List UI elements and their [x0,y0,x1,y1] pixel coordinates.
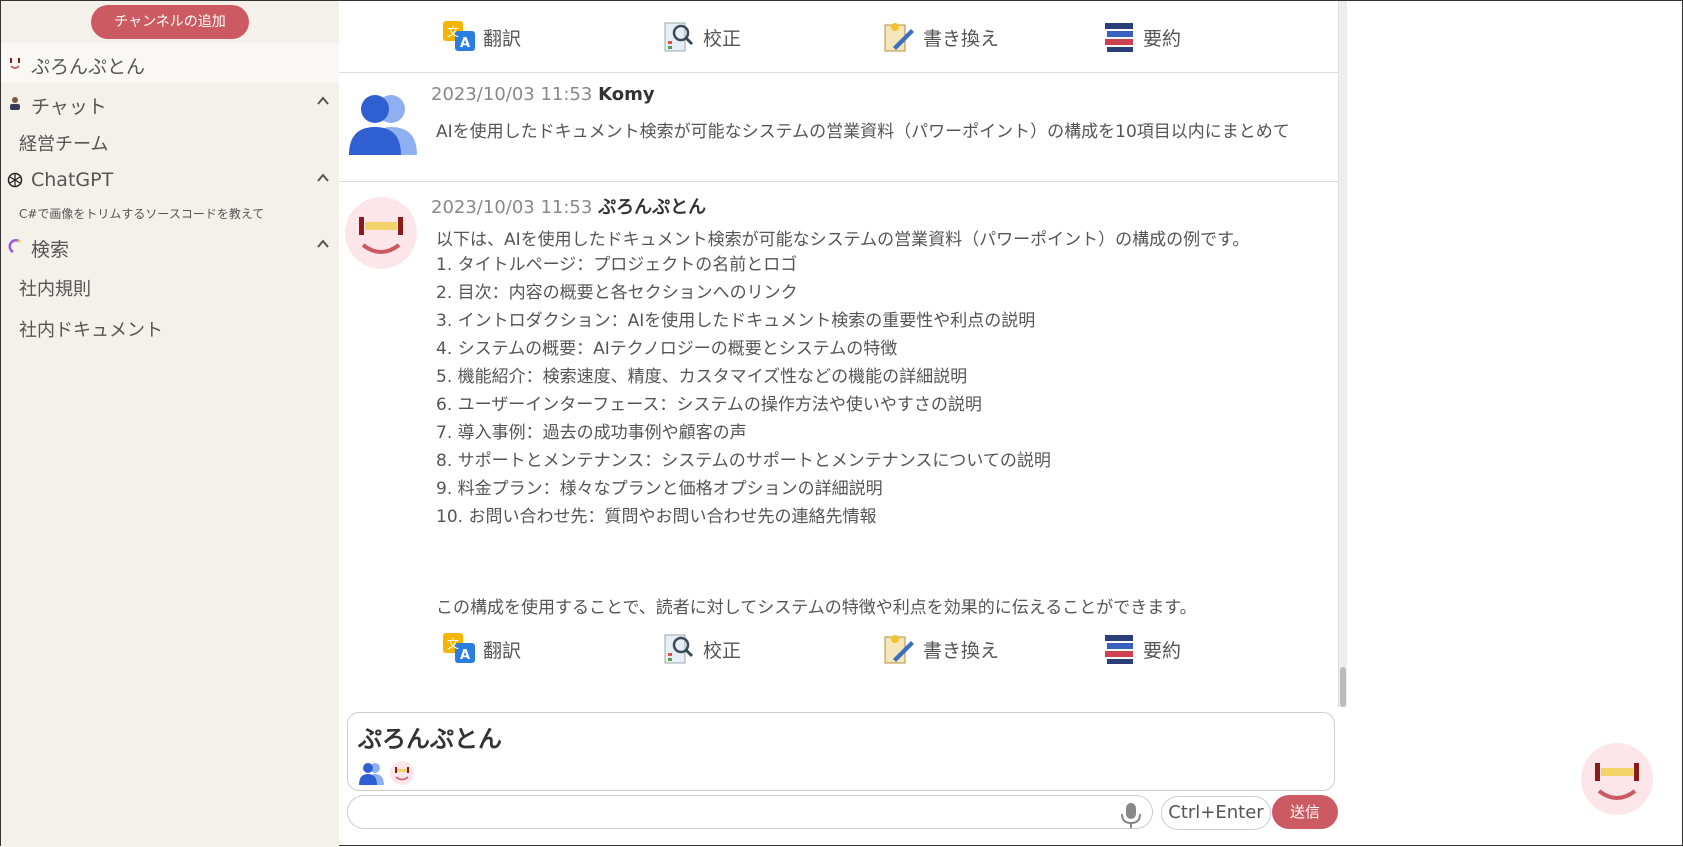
proofread-icon [661,19,697,55]
chevron-up-icon[interactable] [317,172,329,184]
svg-text:文: 文 [447,24,459,39]
translate-button[interactable]: 文 A 翻訳 [441,19,521,55]
list-item: 5. 機能紹介：検索速度、精度、カスタマイズ性などの機能の詳細説明 [436,363,1051,391]
message-meta: 2023/10/03 11:53 Komy [431,84,655,105]
openai-logo-icon [7,172,23,188]
divider [339,72,1339,73]
list-item: 6. ユーザーインターフェース：システムの操作方法や使いやすさの説明 [436,391,1051,419]
bot-face-icon [7,55,23,71]
list-item: 1. タイトルページ：プロジェクトの名前とロゴ [436,251,1051,279]
sidebar-group-chatgpt[interactable]: ChatGPT [1,160,339,200]
proofread-label: 校正 [703,636,741,663]
summarize-label: 要約 [1143,24,1181,51]
add-channel-button[interactable]: チャンネルの追加 [91,5,249,39]
chevron-up-icon[interactable] [317,95,329,107]
sidebar: チャンネルの追加 ぷろんぷとん チャット 経営チーム ChatGPT C#で画像… [1,1,339,847]
participant-icons [358,761,414,785]
rewrite-icon [881,19,917,55]
chat-person-icon [7,95,23,111]
message-list: 1. タイトルページ：プロジェクトの名前とロゴ 2. 目次：内容の概要と各セクシ… [436,251,1051,531]
svg-text:文: 文 [447,636,459,651]
translate-label: 翻訳 [483,636,521,663]
summarize-label: 要約 [1143,636,1181,663]
summarize-button[interactable]: 要約 [1101,19,1181,55]
svg-text:A: A [460,648,470,663]
message-text: AIを使用したドキュメント検索が可能なシステムの営業資料（パワーポイント）の構成… [436,117,1290,142]
list-item: 10. お問い合わせ先：質問やお問い合わせ先の連絡先情報 [436,503,1051,531]
search-swirl-icon [7,238,23,254]
rewrite-label: 書き換え [923,24,999,51]
message-outro: この構成を使用することで、読者に対してシステムの特徴や利点を効果的に伝えることが… [436,593,1197,618]
sidebar-group-chat[interactable]: チャット [1,83,339,123]
divider [339,181,1339,182]
proofread-icon [661,631,697,667]
user-avatar-icon [345,87,417,159]
floating-bot-avatar-icon[interactable] [1581,743,1653,815]
list-item: 7. 導入事例：過去の成功事例や顧客の声 [436,419,1051,447]
sidebar-group-search[interactable]: 検索 [1,226,339,266]
scrollbar-thumb[interactable] [1340,667,1346,707]
message-intro: 以下は、AIを使用したドキュメント検索が可能なシステムの営業資料（パワーポイント… [436,225,1249,250]
proofread-button[interactable]: 校正 [661,631,741,667]
bot-avatar-icon [390,761,414,785]
summarize-icon [1101,631,1137,667]
bot-avatar-icon [345,197,417,269]
rewrite-button[interactable]: 書き換え [881,631,999,667]
microphone-icon[interactable] [1119,801,1143,829]
channel-title: ぷろんぷとん [358,719,502,754]
sidebar-item-chatgpt-thread[interactable]: C#で画像をトリムするソースコードを教えて [19,205,264,222]
translate-icon: 文 A [441,19,477,55]
chat-main: 文 A 翻訳 校正 書き換え 要約 [339,1,1339,847]
channel-panel: ぷろんぷとん [347,712,1335,791]
summarize-button[interactable]: 要約 [1101,631,1181,667]
translate-label: 翻訳 [483,24,521,51]
send-shortcut-label[interactable]: Ctrl+Enter [1161,796,1271,830]
svg-text:A: A [460,36,470,51]
send-button[interactable]: 送信 [1272,795,1338,829]
list-item: 2. 目次：内容の概要と各セクションへのリンク [436,279,1051,307]
list-item: 4. システムの概要：AIテクノロジーの概要とシステムの特徴 [436,335,1051,363]
message-author: ぷろんぷとん [598,197,706,218]
message-timestamp: 2023/10/03 11:53 [431,197,592,218]
message-author: Komy [598,84,655,105]
rewrite-button[interactable]: 書き換え [881,19,999,55]
translate-button[interactable]: 文 A 翻訳 [441,631,521,667]
sidebar-item-internal-documents[interactable]: 社内ドキュメント [19,316,163,342]
message-meta: 2023/10/03 11:53 ぷろんぷとん [431,193,706,219]
sidebar-item-label: ぷろんぷとん [31,52,145,79]
rewrite-label: 書き換え [923,636,999,663]
summarize-icon [1101,19,1137,55]
rewrite-icon [881,631,917,667]
sidebar-item-label: チャット [31,92,107,119]
translate-icon: 文 A [441,631,477,667]
sidebar-item-internal-rules[interactable]: 社内規則 [19,275,91,301]
user-avatar-icon [358,761,384,785]
sidebar-item-management-team[interactable]: 経営チーム [19,130,108,156]
list-item: 9. 料金プラン：様々なプランと価格オプションの詳細説明 [436,475,1051,503]
message-input[interactable] [347,795,1153,829]
proofread-label: 校正 [703,24,741,51]
list-item: 8. サポートとメンテナンス：システムのサポートとメンテナンスについての説明 [436,447,1051,475]
proofread-button[interactable]: 校正 [661,19,741,55]
sidebar-item-promptone[interactable]: ぷろんぷとん [1,43,339,83]
chevron-up-icon[interactable] [317,238,329,250]
sidebar-item-label: ChatGPT [31,169,113,191]
scrollbar[interactable] [1338,1,1347,707]
sidebar-item-label: 検索 [31,235,69,262]
message-timestamp: 2023/10/03 11:53 [431,84,592,105]
list-item: 3. イントロダクション：AIを使用したドキュメント検索の重要性や利点の説明 [436,307,1051,335]
